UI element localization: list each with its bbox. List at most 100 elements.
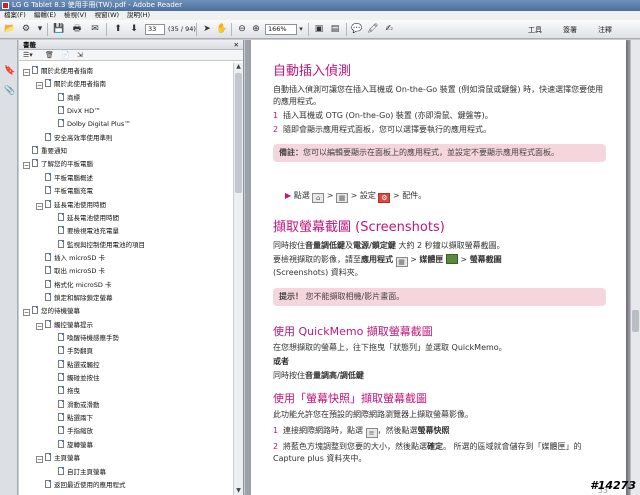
menu-edit[interactable]: 編輯(E) [30,11,60,20]
or-label: 或者 [273,357,289,366]
save-icon[interactable]: 💾 [52,23,66,36]
pdf-page: 自動插入偵測 自動插入偵測可讓您在插入耳機或 On-the-Go 裝置 (例如滑… [251,40,626,495]
comment-icon[interactable]: 💬 [350,23,364,36]
bookmark-item[interactable]: 自訂主頁螢幕 [49,466,106,478]
apps-icon: ▦ [336,193,349,203]
bookmark-item[interactable]: Dolby Digital Plus™ [49,118,131,130]
expand-collapse-icon[interactable]: − [36,456,43,464]
menu-help[interactable]: 說明(H) [123,11,154,20]
zoom-level-input[interactable]: 166% [265,24,297,35]
bookmark-label: DivX HD™ [67,107,101,116]
expand-collapse-icon[interactable]: − [36,322,43,330]
document-scrollbar[interactable] [630,40,640,495]
bookmark-item[interactable]: 取出 microSD 卡 [36,265,105,277]
bookmark-item[interactable]: 平板電腦充電 [36,185,93,197]
bookmark-label: 了解您的平板電腦 [41,160,93,169]
expand-collapse-icon[interactable]: − [36,202,43,210]
comment-button[interactable]: 注釋 [598,25,612,35]
create-pdf-icon[interactable]: ⚙ [19,23,33,36]
bookmark-label: Dolby Digital Plus™ [67,120,131,129]
bookmark-item[interactable]: 旋轉螢幕 [49,439,93,451]
menu-window[interactable]: 視窗(W) [91,11,124,20]
bookmark-label: 安全高效率使用準則 [54,133,113,142]
sign-button[interactable]: 簽署 [563,25,577,35]
expand-collapse-icon[interactable]: − [23,309,30,317]
page-number-input[interactable]: 33 [145,24,165,35]
expand-bookmark-icon[interactable]: ⇲ [77,51,83,60]
bookmark-page-icon [58,226,64,235]
bookmark-item[interactable]: DivX HD™ [49,105,101,117]
bookmark-item[interactable]: 格式化 microSD 卡 [36,279,111,291]
email-icon[interactable]: ✉ [88,23,102,36]
bookmark-item[interactable]: 喚醒待機感應手勢 [49,332,119,344]
expand-collapse-icon[interactable]: − [23,162,30,170]
bookmark-label: 拖曳 [67,387,80,396]
dropdown-icon[interactable]: ▾ [33,23,47,36]
bookmark-item[interactable]: 平板電腦概述 [36,172,93,184]
open-icon[interactable]: 📂 [3,23,17,36]
hand-tool-icon[interactable]: ✋ [215,23,229,36]
options-icon[interactable]: ☰▾ [23,51,33,60]
toolbar: 📂 ⚙ ▾ 💾 🖶 ✉ ⬆ ⬇ 33 (35 / 94) ➤ ✋ ⊖ ⊕ 166… [0,20,640,39]
bookmark-item[interactable]: 插入 microSD 卡 [36,252,105,264]
bookmark-item[interactable]: 滑動或滑動 [49,399,100,411]
bookmark-icon[interactable]: 🔖 [4,66,15,77]
bookmark-page-icon [58,346,64,355]
paragraph: 此功能允許您在預設的網際網路瀏覽器上擷取螢幕影像。 [273,410,473,419]
zoom-out-icon[interactable]: ⊖ [235,23,249,36]
scroll-mode-icon[interactable]: ▤ [328,23,342,36]
sign-icon[interactable]: ✍ [382,23,396,36]
bookmark-item[interactable]: − 了解您的平板電腦 [23,158,93,170]
bookmark-item[interactable]: 返回最近使用的應用程式 [36,479,126,491]
menu-file[interactable]: 檔案(F) [0,11,30,20]
zoom-in-icon[interactable]: ⊕ [249,23,263,36]
new-bookmark-icon[interactable]: 📄 [61,51,70,60]
close-panel-icon[interactable]: ✕ [234,40,239,50]
zoom-dropdown-icon[interactable]: ▾ [297,23,305,36]
bookmark-item[interactable]: − 主頁螢幕 [36,452,80,464]
bookmark-item[interactable]: 延長電池使用時間 [49,212,119,224]
fit-page-icon[interactable]: ▣ [312,23,326,36]
bookmark-item[interactable]: − 觸控螢幕提示 [36,319,93,331]
bookmark-item[interactable]: 觸碰並按住 [49,372,100,384]
bookmark-item[interactable]: − 延長電池使用時間 [36,199,106,211]
print-icon[interactable]: 🖶 [70,23,84,36]
expand-collapse-icon[interactable]: − [23,69,30,76]
select-tool-icon[interactable]: ➤ [200,23,214,36]
bookmark-item[interactable]: − 關於此使用者指南 [23,65,93,77]
bookmark-item[interactable]: 手勢翻頁 [49,345,93,357]
bookmark-item[interactable]: − 您的待機螢幕 [23,305,80,317]
bookmark-page-icon [45,453,51,462]
bookmark-item[interactable]: 商標 [49,92,80,104]
bookmark-item[interactable]: 拖曳 [49,385,80,397]
menu-view[interactable]: 檢視(V) [60,11,91,20]
highlight-icon[interactable]: 🖍 [366,23,380,36]
bookmark-item[interactable]: 點選或觸控 [49,359,100,371]
bookmarks-scrollbar[interactable]: ▲ ▼ [233,63,243,495]
bookmark-item[interactable]: 監視與控制使用電池的項目 [49,239,145,251]
next-page-icon[interactable]: ⬇ [127,23,141,36]
step-2: 2 將藍色方塊調整到您要的大小，然後點選確定。 所選的區域就會儲存到「媒體匣」的 … [273,442,582,463]
bookmark-item[interactable]: 手指縮放 [49,425,93,437]
step-1: 1 插入耳機或 OTG (On-the-Go) 裝置 (亦即滑鼠、鍵盤等)。 [273,111,493,120]
tools-button[interactable]: 工具 [528,25,542,35]
expand-collapse-icon[interactable]: − [36,82,43,90]
bookmarks-toolbar: ☰▾ 🗑 📄 ⇲ [19,50,243,61]
bookmark-label: 延長電池使用時間 [54,200,106,209]
bookmark-item[interactable]: 鎖定和解除鎖定螢幕 [36,292,113,304]
previous-page-icon[interactable]: ⬆ [111,23,125,36]
bookmark-page-icon [45,186,51,195]
bookmark-label: 旋轉螢幕 [67,440,93,449]
bookmark-item[interactable]: 點選兩下 [49,412,93,424]
bookmark-label: 觸碰並按住 [67,374,100,383]
bookmark-label: 重要通知 [41,147,67,156]
document-view[interactable]: 自動插入偵測 自動插入偵測可讓您在插入耳機或 On-the-Go 裝置 (例如滑… [245,40,640,495]
bookmark-label: 返回最近使用的應用程式 [54,480,126,489]
attachment-icon[interactable]: 📎 [4,86,15,97]
bookmark-item[interactable]: 要檢視電池充電量 [49,225,119,237]
bookmark-item[interactable]: − 關於此使用者指南 [36,78,106,90]
section-title-auto-detect: 自動插入偵測 [273,64,352,79]
bookmark-item[interactable]: 重要通知 [23,145,67,157]
bookmark-item[interactable]: 安全高效率使用準則 [36,132,113,144]
delete-bookmark-icon[interactable]: 🗑 [45,51,54,60]
